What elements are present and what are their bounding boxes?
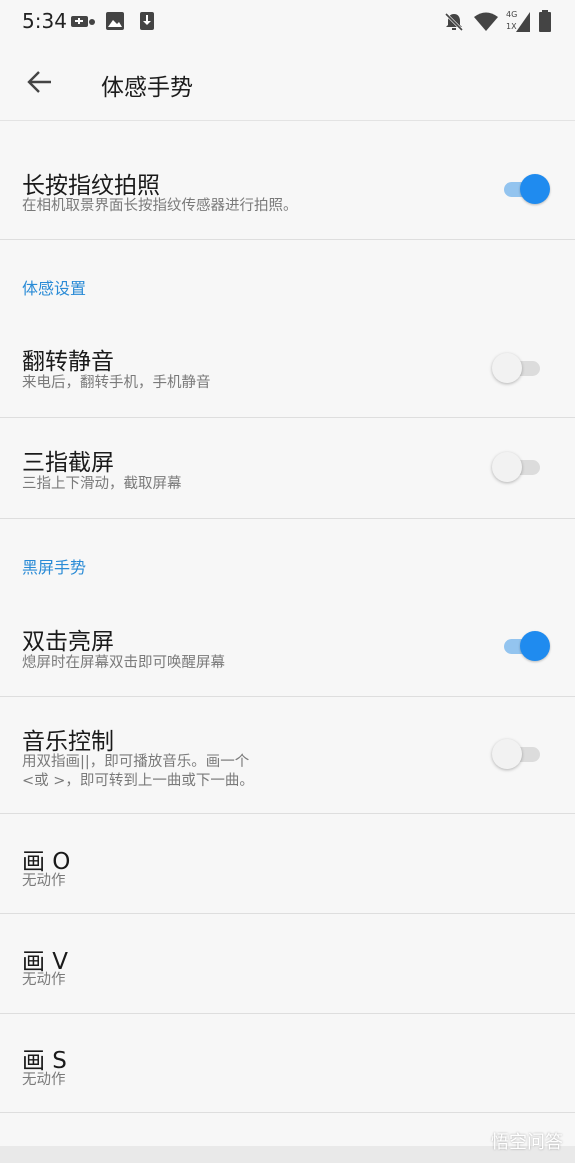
setting-flip-mute[interactable]: 翻转静音 来电后，翻转手机，手机静音 (0, 318, 575, 418)
setting-subtitle-line2: <或 >，即可转到上一曲或下一曲。 (22, 773, 254, 789)
setting-draw-m[interactable]: 画 M (0, 1113, 575, 1146)
status-time: 5:34 (22, 9, 67, 33)
watermark: 悟空问答 (491, 1132, 563, 1153)
setting-title: 画 S (22, 1048, 67, 1074)
setting-subtitle: 无动作 (22, 873, 66, 889)
setting-subtitle: 在相机取景界面长按指纹传感器进行拍照。 (22, 198, 298, 214)
setting-subtitle: 三指上下滑动，截取屏幕 (22, 476, 182, 492)
app-bar: 体感手势 (0, 44, 575, 121)
setting-title: 双击亮屏 (22, 629, 114, 655)
status-bar: 5:34 4G 1X (0, 0, 575, 44)
wifi-icon (474, 12, 498, 31)
setting-three-finger-screenshot[interactable]: 三指截屏 三指上下滑动，截取屏幕 (0, 418, 575, 519)
back-button[interactable] (20, 62, 60, 102)
setting-subtitle: 无动作 (22, 972, 66, 988)
image-icon (106, 12, 124, 30)
flip-mute-switch[interactable] (492, 353, 542, 383)
setting-subtitle: 来电后，翻转手机，手机静音 (22, 375, 211, 391)
signal-icon (516, 12, 530, 32)
setting-title: 音乐控制 (22, 729, 114, 755)
setting-title: 画 O (22, 849, 71, 875)
game-controller-icon (71, 16, 95, 27)
arrow-back-icon (27, 71, 51, 93)
setting-title: 长按指纹拍照 (22, 173, 160, 199)
music-control-switch[interactable] (492, 739, 542, 769)
download-icon (140, 12, 154, 30)
setting-double-tap-wake[interactable]: 双击亮屏 熄屏时在屏幕双击即可唤醒屏幕 (0, 598, 575, 697)
bottom-bar (0, 1146, 575, 1163)
setting-subtitle-line1: 用双指画||，即可播放音乐。画一个 (22, 754, 250, 770)
setting-title: 三指截屏 (22, 450, 114, 476)
setting-subtitle: 无动作 (22, 1072, 66, 1088)
setting-draw-s[interactable]: 画 S 无动作 (0, 1014, 575, 1113)
setting-music-control[interactable]: 音乐控制 用双指画||，即可播放音乐。画一个 <或 >，即可转到上一曲或下一曲。 (0, 697, 575, 814)
setting-title: 画 M (22, 1139, 72, 1146)
setting-fingerprint-photo[interactable]: 长按指纹拍照 在相机取景界面长按指纹传感器进行拍照。 (0, 121, 575, 240)
page-title: 体感手势 (101, 75, 193, 101)
battery-icon (539, 10, 551, 32)
section-header-gesture: 体感设置 (22, 279, 87, 298)
setting-draw-v[interactable]: 画 V 无动作 (0, 914, 575, 1014)
notifications-off-icon (444, 12, 464, 32)
section-header-screen-off: 黑屏手势 (22, 558, 87, 577)
setting-subtitle: 熄屏时在屏幕双击即可唤醒屏幕 (22, 655, 225, 671)
fingerprint-photo-switch[interactable] (502, 174, 550, 204)
network-type-bottom: 1X (506, 22, 517, 31)
double-tap-switch[interactable] (502, 631, 550, 661)
setting-draw-o[interactable]: 画 O 无动作 (0, 814, 575, 914)
setting-title: 翻转静音 (22, 349, 114, 375)
three-finger-switch[interactable] (492, 452, 542, 482)
